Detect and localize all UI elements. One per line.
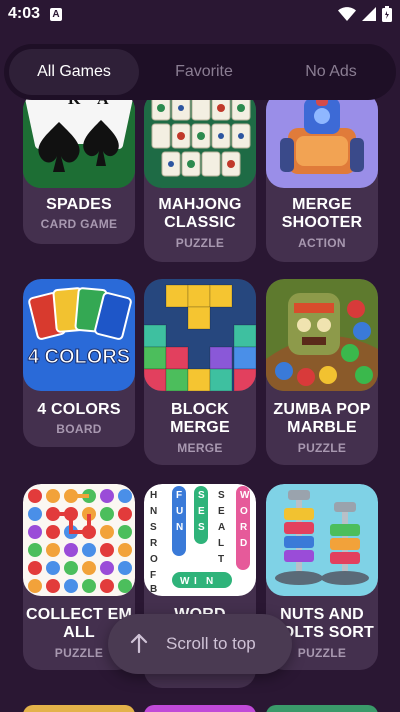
- category-tab-bar: All Games Favorite No Ads: [4, 44, 396, 100]
- battery-icon: [382, 6, 392, 22]
- game-card-mahjong[interactable]: MAHJONG CLASSIC PUZZLE: [144, 92, 256, 262]
- game-category: ACTION: [298, 236, 346, 250]
- scroll-to-top-label: Scroll to top: [166, 634, 256, 653]
- merge-shooter-thumbnail: [266, 92, 378, 188]
- svg-text:W: W: [240, 490, 250, 501]
- svg-text:A: A: [218, 522, 225, 533]
- game-card-merge-shooter[interactable]: MERGE SHOOTER ACTION: [266, 92, 378, 262]
- game-category: BOARD: [56, 422, 102, 436]
- game-category: PUZZLE: [297, 441, 347, 455]
- svg-text:R: R: [150, 538, 158, 549]
- svg-text:F: F: [176, 490, 182, 501]
- nuts-and-bolts-thumbnail: [266, 484, 378, 596]
- game-title: ZUMBA POP MARBLE: [273, 401, 371, 436]
- svg-text:O: O: [240, 506, 248, 517]
- svg-text:W: W: [180, 576, 190, 587]
- game-card-zumba-pop-marble[interactable]: ZUMBA POP MARBLE PUZZLE: [266, 279, 378, 465]
- game-title: SPADES: [46, 196, 112, 213]
- game-library-screen: K A SPADES CARD GAME MAHJONG CLASSIC PUZ…: [0, 0, 400, 712]
- scroll-to-top-button[interactable]: Scroll to top: [108, 614, 292, 674]
- svg-text:R: R: [240, 522, 248, 533]
- 4-colors-logo-text: 4 COLORS: [28, 346, 130, 368]
- svg-text:S: S: [198, 490, 205, 501]
- mahjong-thumbnail: [144, 92, 256, 188]
- game-category: MERGE: [177, 441, 223, 455]
- svg-text:H: H: [150, 490, 157, 501]
- game-title: BLOCK MERGE: [170, 401, 230, 436]
- block-merge-thumbnail: [144, 279, 256, 391]
- arrow-up-icon: [130, 633, 148, 654]
- svg-text:S: S: [218, 490, 225, 501]
- svg-text:D: D: [240, 538, 247, 549]
- game-card-block-merge[interactable]: BLOCK MERGE MERGE: [144, 279, 256, 465]
- word-thumbnail: HNSROFB SEALT FUN SES WORD WIN: [144, 484, 256, 596]
- clock: 4:03: [8, 5, 41, 22]
- svg-text:B: B: [150, 584, 157, 595]
- svg-text:T: T: [218, 554, 224, 565]
- game-category: CARD GAME: [40, 217, 118, 231]
- game-card-4-colors[interactable]: 4 COLORS 4 COLORS BOARD: [23, 279, 135, 447]
- game-card-spades[interactable]: K A SPADES CARD GAME: [23, 92, 135, 244]
- game-title: 4 COLORS: [37, 401, 121, 418]
- status-bar: 4:03 A: [0, 0, 400, 30]
- zumba-thumbnail: [266, 279, 378, 391]
- 4-colors-thumbnail: 4 COLORS: [23, 279, 135, 391]
- svg-text:E: E: [218, 506, 225, 517]
- svg-text:U: U: [176, 506, 183, 517]
- game-grid: K A SPADES CARD GAME MAHJONG CLASSIC PUZ…: [0, 0, 400, 712]
- tab-all-games[interactable]: All Games: [9, 49, 139, 95]
- game-title: MERGE SHOOTER: [281, 196, 363, 231]
- svg-text:E: E: [198, 506, 205, 517]
- svg-text:O: O: [150, 554, 158, 565]
- svg-text:S: S: [198, 522, 205, 533]
- svg-text:F: F: [150, 570, 156, 581]
- notification-icon: A: [50, 8, 62, 21]
- spades-thumbnail: K A: [23, 92, 135, 188]
- wifi-icon: [338, 7, 356, 21]
- svg-text:S: S: [150, 522, 157, 533]
- next-row-preview: [0, 703, 400, 712]
- svg-text:L: L: [218, 538, 224, 549]
- game-title: MAHJONG CLASSIC: [158, 196, 242, 231]
- game-category: PUZZLE: [175, 236, 225, 250]
- tab-favorite[interactable]: Favorite: [144, 49, 264, 95]
- svg-text:N: N: [176, 522, 183, 533]
- collect-em-all-thumbnail: [23, 484, 135, 596]
- svg-text:N: N: [150, 506, 157, 517]
- svg-text:N: N: [206, 576, 213, 587]
- tab-no-ads[interactable]: No Ads: [266, 49, 396, 95]
- signal-icon: [362, 7, 376, 21]
- svg-text:I: I: [194, 576, 197, 587]
